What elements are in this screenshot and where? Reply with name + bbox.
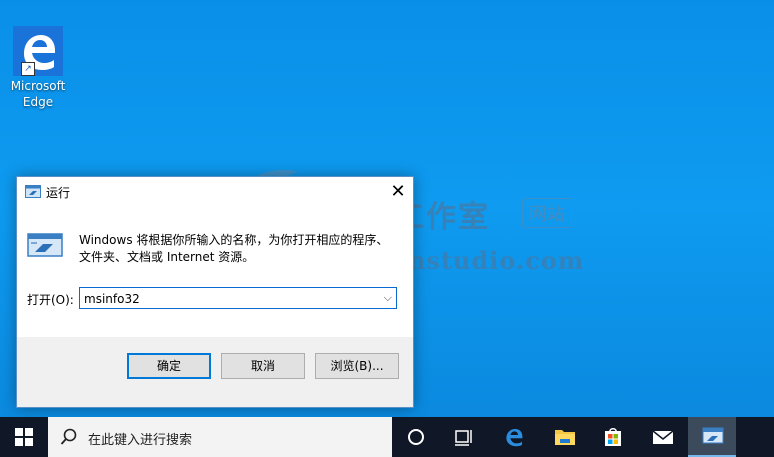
desktop-icon-edge[interactable]: ↗ Microsoft Edge	[4, 24, 72, 110]
desktop: ↗ Microsoft Edge 腾龙工作室 网站 Tenlonstudio.c…	[0, 0, 774, 417]
run-icon	[25, 185, 41, 198]
dialog-titlebar[interactable]: 运行 ✕	[17, 177, 413, 207]
edge-icon	[506, 429, 523, 447]
mail-button[interactable]	[638, 417, 686, 457]
taskbar: 在此键入进行搜索	[0, 417, 774, 457]
browse-button[interactable]: 浏览(B)...	[315, 353, 399, 379]
open-label: 打开(O):	[27, 293, 74, 307]
task-view-icon	[455, 430, 472, 446]
taskbar-edge-button[interactable]	[490, 417, 538, 457]
run-dialog: 运行 ✕ Windows 将根据你所输入的名称，为你打开相应的程序、 文件夹、文…	[16, 176, 414, 408]
desktop-icon-label: Microsoft Edge	[10, 79, 66, 109]
search-placeholder: 在此键入进行搜索	[88, 433, 193, 448]
file-explorer-button[interactable]	[540, 417, 588, 457]
shortcut-arrow-icon: ↗	[21, 62, 35, 76]
run-large-icon	[27, 233, 63, 257]
start-icon	[15, 428, 33, 446]
start-button[interactable]	[0, 417, 48, 457]
store-button[interactable]	[589, 417, 637, 457]
chevron-down-icon[interactable]: ⌵	[384, 291, 392, 305]
dialog-title: 运行	[46, 186, 71, 200]
watermark-tag: 网站	[522, 198, 572, 228]
cortana-icon	[408, 429, 424, 445]
mail-icon	[652, 430, 674, 444]
file-explorer-icon	[555, 430, 575, 445]
store-icon	[605, 428, 621, 446]
edge-icon: ↗	[13, 26, 63, 76]
taskbar-search-box[interactable]: 在此键入进行搜索	[48, 417, 392, 457]
task-view-button[interactable]	[440, 417, 488, 457]
taskbar-run-button[interactable]	[688, 417, 736, 457]
open-input[interactable]	[80, 289, 378, 309]
search-icon	[60, 428, 77, 445]
ok-button[interactable]: 确定	[127, 353, 211, 379]
dialog-description: Windows 将根据你所输入的名称，为你打开相应的程序、 文件夹、文档或 In…	[79, 233, 389, 264]
cortana-button[interactable]	[392, 417, 440, 457]
open-combobox[interactable]: ⌵	[79, 287, 397, 309]
cancel-button[interactable]: 取消	[221, 353, 305, 379]
close-icon[interactable]: ✕	[383, 177, 413, 207]
dialog-footer: 确定 取消 浏览(B)...	[17, 337, 413, 407]
run-icon	[702, 427, 724, 444]
